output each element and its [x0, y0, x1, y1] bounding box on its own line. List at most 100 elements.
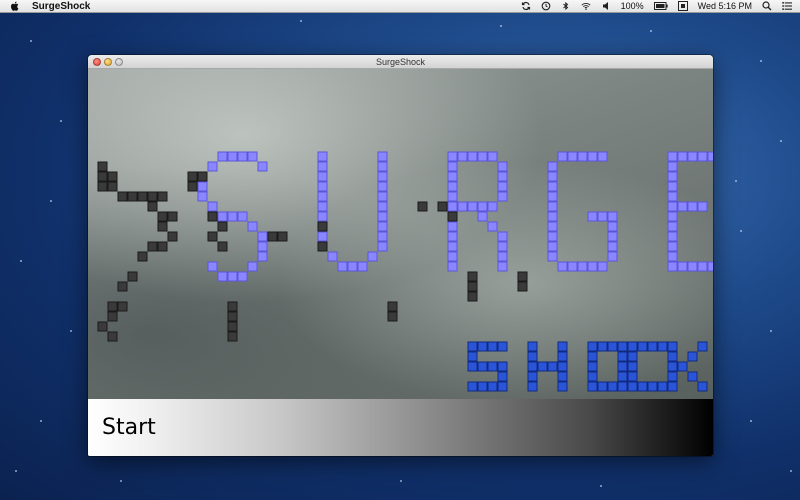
clock[interactable]: Wed 5:16 PM: [698, 1, 752, 11]
input-source-icon[interactable]: [677, 1, 688, 11]
spotlight-search-icon[interactable]: [762, 1, 772, 11]
logo-block-u: [317, 231, 328, 242]
logo-block-r: [497, 251, 508, 262]
logo-shock-block: [497, 361, 508, 372]
logo-shock-block: [667, 341, 678, 352]
logo-dark-block: [277, 231, 288, 242]
logo-block-e: [677, 151, 688, 162]
logo-block-g: [557, 261, 568, 272]
time-machine-icon[interactable]: [541, 1, 551, 11]
logo-block-r: [447, 181, 458, 192]
logo-dark-block: [447, 211, 458, 222]
logo-block-r: [497, 191, 508, 202]
logo-dark-block: [107, 171, 118, 182]
logo-block-r: [467, 201, 478, 212]
logo-block-s: [227, 271, 238, 282]
battery-percentage[interactable]: 100%: [621, 1, 644, 11]
logo-dark-block: [187, 181, 198, 192]
logo-dark-block: [117, 301, 128, 312]
close-button[interactable]: [93, 58, 101, 66]
zoom-button[interactable]: [115, 58, 123, 66]
logo-dark-block: [147, 191, 158, 202]
logo-shock-block: [587, 381, 598, 392]
logo-shock-block: [527, 381, 538, 392]
bluetooth-icon[interactable]: [561, 1, 571, 11]
logo-dark-block: [467, 291, 478, 302]
logo-shock-block: [647, 341, 658, 352]
logo-shock-block: [497, 341, 508, 352]
logo-dark-block: [437, 201, 448, 212]
logo-shock-block: [627, 381, 638, 392]
logo-shock-block: [527, 371, 538, 382]
logo-shock-block: [647, 381, 658, 392]
logo-shock-block: [477, 381, 488, 392]
logo-shock-block: [597, 341, 608, 352]
logo-block-s: [207, 201, 218, 212]
logo-block-g: [597, 151, 608, 162]
logo-block-u: [317, 211, 328, 222]
logo-block-e: [687, 261, 698, 272]
sync-icon[interactable]: [521, 1, 531, 11]
app-menu-name[interactable]: SurgeShock: [32, 1, 90, 12]
logo-block-r: [497, 261, 508, 272]
logo-block-r: [447, 221, 458, 232]
logo-shock-block: [487, 361, 498, 372]
start-button[interactable]: Start: [88, 399, 713, 456]
logo-block-r: [497, 241, 508, 252]
logo-block-e: [667, 211, 678, 222]
logo-dark-block: [387, 311, 398, 322]
logo-shock-block: [557, 341, 568, 352]
logo-block-u: [367, 251, 378, 262]
logo-shock-block: [557, 381, 568, 392]
logo-block-r: [447, 151, 458, 162]
logo-dark-block: [137, 191, 148, 202]
logo-shock-block: [667, 381, 678, 392]
logo-block-g: [547, 171, 558, 182]
logo-block-e: [707, 261, 713, 272]
logo-shock-block: [637, 381, 648, 392]
logo-dark-block: [227, 331, 238, 342]
logo-block-g: [547, 221, 558, 232]
logo-shock-block: [637, 341, 648, 352]
logo-shock-block: [617, 371, 628, 382]
logo-dark-block: [157, 211, 168, 222]
window-titlebar[interactable]: SurgeShock: [88, 55, 713, 69]
logo-block-r: [477, 201, 488, 212]
logo-block-e: [687, 151, 698, 162]
logo-block-g: [557, 151, 568, 162]
logo-shock-block: [627, 351, 638, 362]
logo-dark-block: [517, 281, 528, 292]
logo-block-g: [597, 261, 608, 272]
logo-dark-block: [267, 231, 278, 242]
apple-menu-icon[interactable]: [10, 1, 20, 12]
logo-block-g: [577, 261, 588, 272]
logo-block-s: [237, 271, 248, 282]
minimize-button[interactable]: [104, 58, 112, 66]
logo-dark-block: [117, 281, 128, 292]
logo-block-r: [447, 231, 458, 242]
logo-block-r: [447, 251, 458, 262]
logo-shock-block: [667, 371, 678, 382]
logo-block-u: [377, 181, 388, 192]
logo-block-g: [567, 151, 578, 162]
notification-center-icon[interactable]: [782, 1, 792, 11]
logo-block-g: [547, 191, 558, 202]
logo-block-e: [667, 181, 678, 192]
logo-block-s: [247, 261, 258, 272]
volume-icon[interactable]: [601, 1, 611, 11]
logo-block-g: [607, 211, 618, 222]
logo-dark-block: [107, 311, 118, 322]
logo-shock-block: [487, 381, 498, 392]
wifi-icon[interactable]: [581, 1, 591, 11]
logo-block-r: [477, 151, 488, 162]
logo-block-e: [667, 251, 678, 262]
logo-shock-block: [627, 371, 638, 382]
logo-block-g: [547, 181, 558, 192]
logo-dark-block: [207, 211, 218, 222]
logo-dark-block: [187, 171, 198, 182]
battery-icon[interactable]: [653, 1, 668, 11]
logo-shock-block: [497, 371, 508, 382]
game-canvas[interactable]: [88, 69, 713, 399]
logo-dark-block: [147, 241, 158, 252]
logo-dark-block: [167, 211, 178, 222]
